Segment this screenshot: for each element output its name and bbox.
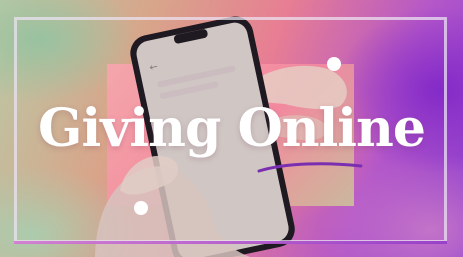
giving-online-banner: ← Giving Online xyxy=(0,0,463,257)
decorative-dot-top xyxy=(327,57,341,71)
frame-bottom-accent xyxy=(14,241,447,244)
decorative-dot-bottom xyxy=(134,201,148,215)
title-underline-swoosh xyxy=(257,162,363,173)
banner-title: Giving Online xyxy=(38,98,426,159)
